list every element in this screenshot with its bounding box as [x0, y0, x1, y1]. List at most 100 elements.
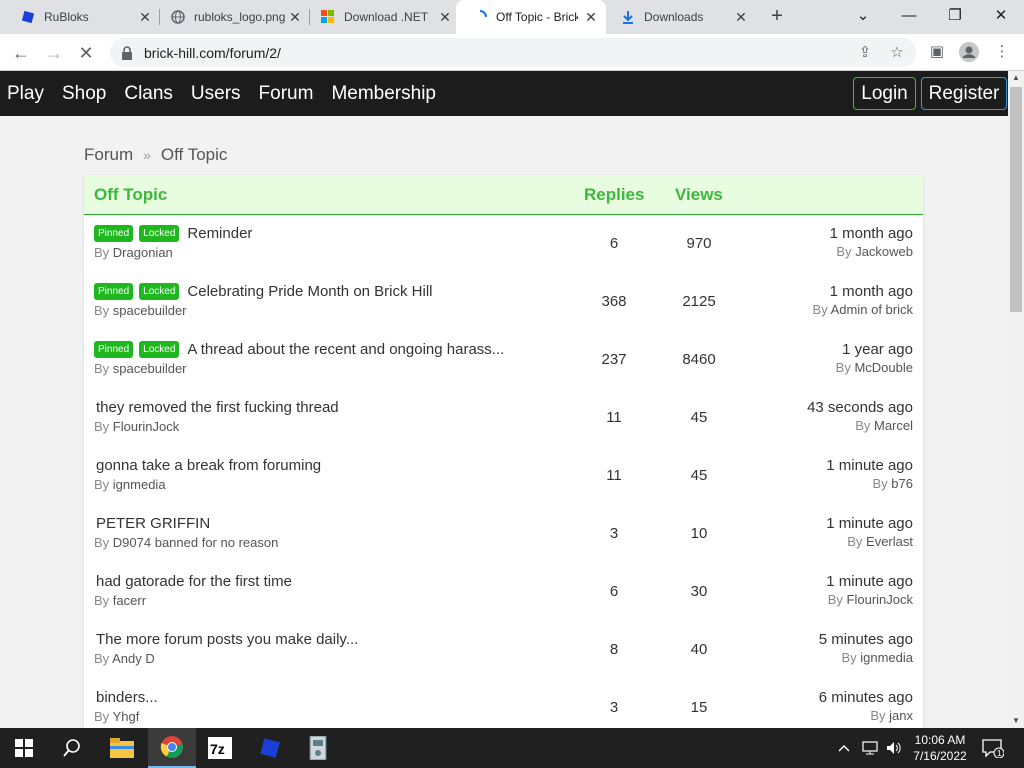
notification-center-icon[interactable]: 1 — [982, 728, 1004, 768]
last-post-author-link[interactable]: b76 — [891, 476, 913, 491]
thread-author-link[interactable]: ignmedia — [113, 477, 166, 492]
bookmark-star-icon[interactable]: ☆ — [888, 44, 906, 62]
page-scrollbar[interactable]: ▲ ▼ — [1008, 71, 1024, 728]
thread-row[interactable]: binders... By Yhgf 3 15 6 minutes ago By janx — [84, 679, 923, 735]
tab-download-dotnet[interactable]: Download .NET ✕ — [300, 0, 460, 34]
tab-rubloks-logo[interactable]: rubloks_logo.png ✕ — [150, 0, 310, 34]
last-post-author-link[interactable]: McDouble — [854, 360, 913, 375]
thread-author-link[interactable]: Andy D — [112, 651, 155, 666]
stop-loading-icon[interactable]: ✕ — [75, 42, 97, 64]
thread-title-link[interactable]: they removed the first fucking thread — [96, 399, 339, 416]
breadcrumb-current[interactable]: Off Topic — [161, 145, 227, 165]
last-post-time[interactable]: 1 month ago — [830, 225, 913, 242]
thread-author-link[interactable]: FlourinJock — [113, 419, 179, 434]
restore-icon[interactable]: ❐ — [932, 0, 978, 30]
thread-author-link[interactable]: Yhgf — [113, 709, 140, 724]
tab-rubloks[interactable]: RuBloks ✕ — [0, 0, 160, 34]
thread-row[interactable]: The more forum posts you make daily... By… — [84, 621, 923, 679]
thread-row[interactable]: Pinned Locked Reminder By Dragonian 6 970 1 mo… — [84, 215, 923, 273]
new-tab-plus-icon[interactable]: + — [766, 6, 788, 28]
thread-row[interactable]: had gatorade for the first time By facerr… — [84, 563, 923, 621]
login-button[interactable]: Login — [853, 77, 916, 110]
nav-clans[interactable]: Clans — [124, 83, 173, 105]
breadcrumb-forum-link[interactable]: Forum — [84, 145, 133, 165]
file-explorer-icon[interactable] — [98, 728, 146, 768]
thread-row[interactable]: gonna take a break from foruming By ignme… — [84, 447, 923, 505]
last-post-author-link[interactable]: Jackoweb — [855, 244, 913, 259]
last-post-time[interactable]: 1 month ago — [813, 283, 913, 300]
last-post-time[interactable]: 43 seconds ago — [807, 399, 913, 416]
thread-title-link[interactable]: binders... — [96, 689, 158, 706]
thread-replies-count: 11 — [606, 467, 622, 484]
thread-title-link[interactable]: Reminder — [187, 225, 252, 242]
last-post-time[interactable]: 1 minute ago — [826, 457, 913, 474]
thread-title-link[interactable]: Celebrating Pride Month on Brick Hill — [187, 283, 432, 300]
rubloks-icon[interactable] — [246, 728, 294, 768]
thread-title-link[interactable]: gonna take a break from foruming — [96, 457, 321, 474]
back-arrow-icon[interactable]: ← — [10, 42, 32, 64]
last-post-author-link[interactable]: janx — [889, 708, 913, 723]
nav-play[interactable]: Play — [7, 83, 44, 105]
lock-icon[interactable] — [120, 45, 134, 60]
side-panel-icon[interactable]: ▣ — [927, 42, 947, 62]
last-post-author-link[interactable]: Marcel — [874, 418, 913, 433]
show-hidden-icons-chevron-icon[interactable] — [838, 728, 850, 768]
thread-views-count: 8460 — [682, 351, 716, 368]
scroll-up-arrow-icon[interactable]: ▲ — [1008, 71, 1024, 85]
last-post-time[interactable]: 5 minutes ago — [819, 631, 913, 648]
last-post-time[interactable]: 1 minute ago — [826, 515, 913, 532]
last-post-time[interactable]: 6 minutes ago — [819, 689, 913, 706]
close-tab-icon[interactable]: ✕ — [584, 10, 598, 24]
tab-off-topic[interactable]: Off Topic - Brick Hill ✕ — [456, 0, 606, 34]
nav-shop[interactable]: Shop — [62, 83, 106, 105]
share-icon[interactable]: ⇪ — [856, 44, 874, 62]
7zip-icon[interactable]: 7z — [196, 728, 244, 768]
thread-row[interactable]: they removed the first fucking thread By … — [84, 389, 923, 447]
menu-kebab-icon[interactable]: ⋮ — [992, 42, 1012, 62]
scrollbar-thumb[interactable] — [1010, 87, 1022, 312]
app-icon[interactable] — [294, 728, 342, 768]
forward-arrow-icon[interactable]: → — [43, 42, 65, 64]
system-clock[interactable]: 10:06 AM 7/16/2022 — [905, 732, 975, 764]
thread-author-link[interactable]: spacebuilder — [113, 303, 187, 318]
address-bar[interactable]: brick-hill.com/forum/2/ ⇪ ☆ — [110, 38, 916, 67]
nav-users[interactable]: Users — [191, 83, 241, 105]
profile-avatar-icon[interactable] — [959, 42, 979, 62]
scroll-down-arrow-icon[interactable]: ▼ — [1008, 714, 1024, 728]
thread-title-link[interactable]: A thread about the recent and ongoing ha… — [187, 341, 504, 358]
register-button[interactable]: Register — [921, 77, 1007, 110]
tab-downloads[interactable]: Downloads ✕ — [606, 0, 756, 34]
thread-title-line: binders... — [94, 689, 158, 706]
last-post-author-link[interactable]: ignmedia — [860, 650, 913, 665]
chrome-icon[interactable] — [148, 728, 196, 768]
last-post-author-link[interactable]: Everlast — [866, 534, 913, 549]
thread-title-link[interactable]: PETER GRIFFIN — [96, 515, 210, 532]
thread-title-link[interactable]: had gatorade for the first time — [96, 573, 292, 590]
search-icon[interactable] — [48, 728, 96, 768]
tab-title: rubloks_logo.png — [194, 10, 286, 24]
last-post-author-link[interactable]: FlourinJock — [847, 592, 913, 607]
last-post-time[interactable]: 1 minute ago — [826, 573, 913, 590]
minimize-icon[interactable]: — — [886, 0, 932, 30]
nav-membership[interactable]: Membership — [331, 83, 436, 105]
close-tab-icon[interactable]: ✕ — [438, 10, 452, 24]
volume-icon[interactable] — [886, 728, 902, 768]
tab-search-chevron-icon[interactable]: ⌄ — [840, 0, 886, 30]
network-icon[interactable] — [862, 728, 878, 768]
thread-row[interactable]: Pinned Locked A thread about the recent an… — [84, 331, 923, 389]
close-window-icon[interactable]: ✕ — [978, 0, 1024, 30]
close-tab-icon[interactable]: ✕ — [734, 10, 748, 24]
thread-author-line: By ignmedia — [94, 477, 166, 492]
nav-forum[interactable]: Forum — [259, 83, 314, 105]
thread-author-link[interactable]: facerr — [113, 593, 146, 608]
thread-author-link[interactable]: D9074 banned for no reason — [113, 535, 279, 550]
thread-row[interactable]: Pinned Locked Celebrating Pride Month on B… — [84, 273, 923, 331]
url-text[interactable]: brick-hill.com/forum/2/ — [144, 45, 281, 61]
start-icon[interactable] — [0, 728, 48, 768]
last-post-author-link[interactable]: Admin of brick — [831, 302, 913, 317]
thread-row[interactable]: PETER GRIFFIN By D9074 banned for no reas… — [84, 505, 923, 563]
thread-title-link[interactable]: The more forum posts you make daily... — [96, 631, 358, 648]
thread-author-link[interactable]: Dragonian — [113, 245, 173, 260]
thread-author-link[interactable]: spacebuilder — [113, 361, 187, 376]
last-post-time[interactable]: 1 year ago — [836, 341, 913, 358]
